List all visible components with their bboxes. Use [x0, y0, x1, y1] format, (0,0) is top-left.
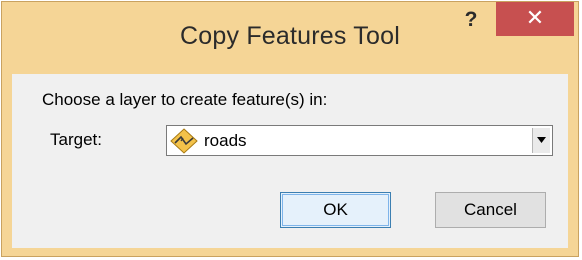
target-dropdown[interactable]: roads: [166, 125, 553, 156]
line-layer-icon: [170, 128, 198, 154]
dropdown-arrow[interactable]: [532, 128, 550, 153]
target-value: roads: [204, 131, 247, 150]
target-label: Target:: [50, 130, 102, 149]
chevron-down-icon: [537, 137, 546, 143]
window-title: Copy Features Tool: [180, 22, 400, 50]
ok-button[interactable]: OK: [280, 192, 391, 228]
dialog-body: Choose a layer to create feature(s) in: …: [12, 74, 568, 248]
title-bar[interactable]: Copy Features Tool ? ✕: [2, 2, 578, 74]
cancel-button[interactable]: Cancel: [435, 192, 546, 228]
prompt-label: Choose a layer to create feature(s) in:: [42, 90, 328, 109]
help-button[interactable]: ?: [455, 6, 487, 34]
close-button[interactable]: ✕: [496, 2, 574, 36]
close-icon: ✕: [525, 5, 545, 30]
dialog-window: Copy Features Tool ? ✕ Choose a layer to…: [1, 1, 579, 257]
